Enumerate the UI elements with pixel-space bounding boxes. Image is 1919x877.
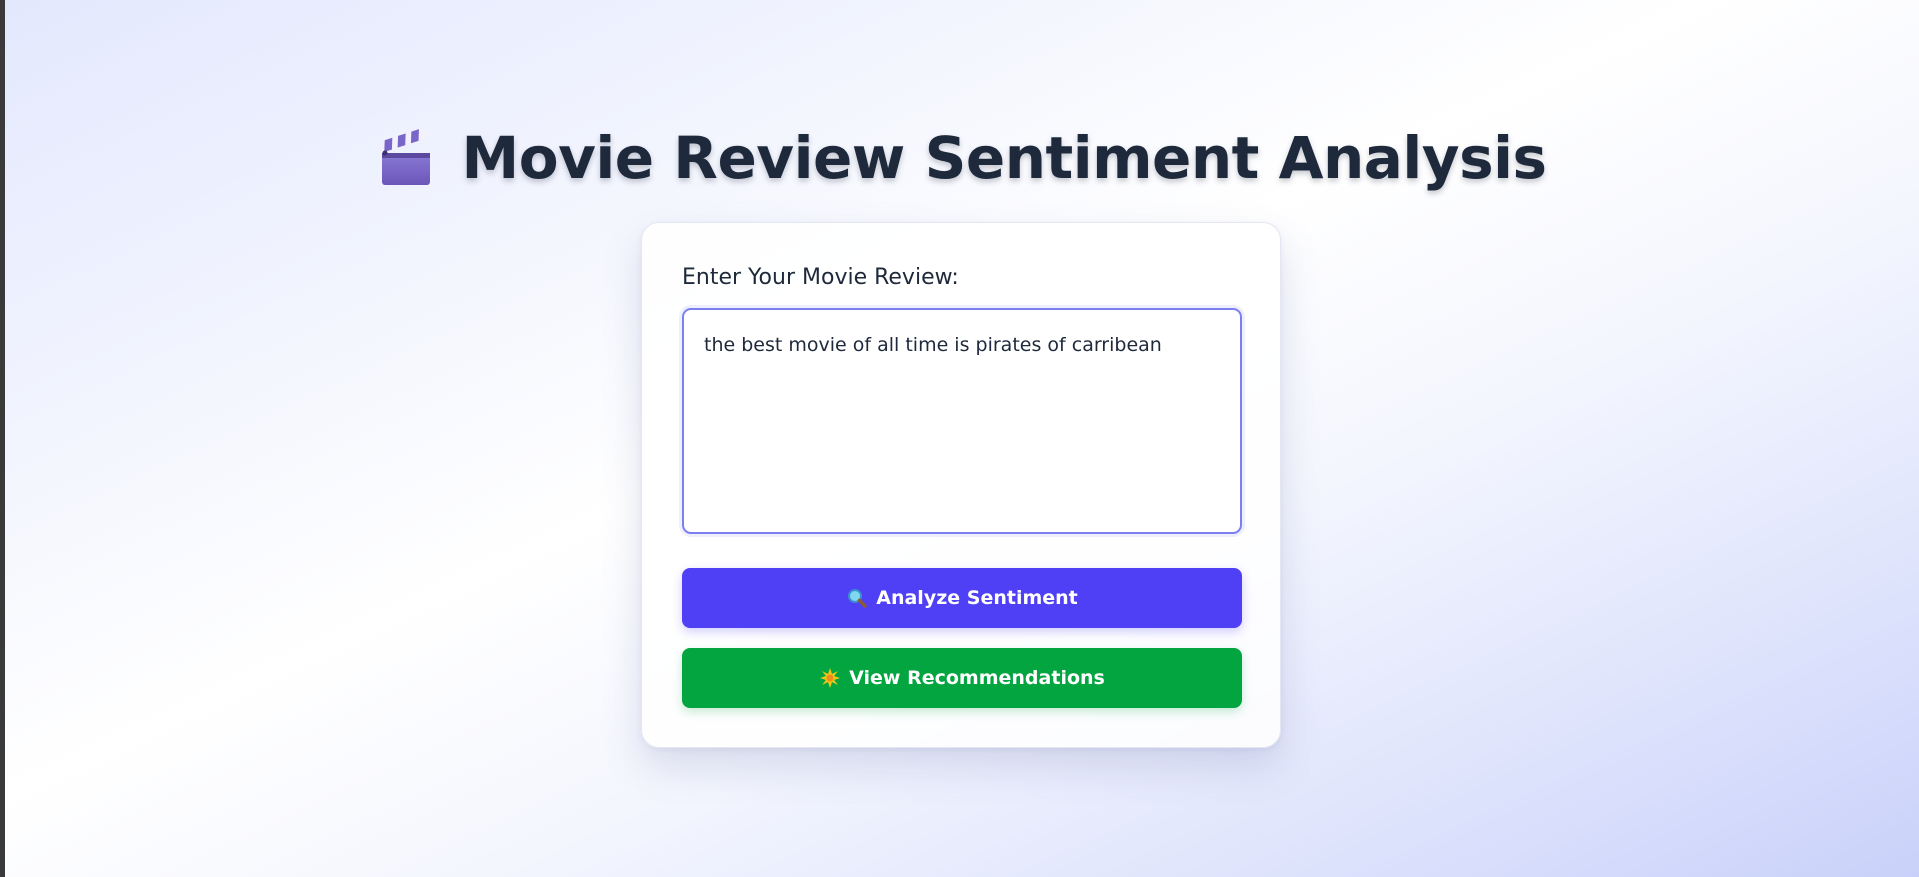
sparkle-icon (819, 667, 841, 689)
app-viewport: Movie Review Sentiment Analysis Enter Yo… (5, 0, 1919, 877)
analyze-sentiment-label: Analyze Sentiment (876, 587, 1078, 609)
view-recommendations-label: View Recommendations (849, 667, 1105, 689)
analyze-sentiment-button[interactable]: Analyze Sentiment (682, 568, 1242, 628)
review-label: Enter Your Movie Review: (682, 265, 959, 290)
review-form-card: Enter Your Movie Review: the best movie … (641, 222, 1281, 748)
page-title: Movie Review Sentiment Analysis (461, 124, 1548, 192)
review-textarea[interactable]: the best movie of all time is pirates of… (682, 308, 1242, 534)
page-header: Movie Review Sentiment Analysis (5, 118, 1919, 198)
view-recommendations-button[interactable]: View Recommendations (682, 648, 1242, 708)
magnifying-glass-icon (846, 587, 868, 609)
clapperboard-icon (378, 127, 434, 187)
